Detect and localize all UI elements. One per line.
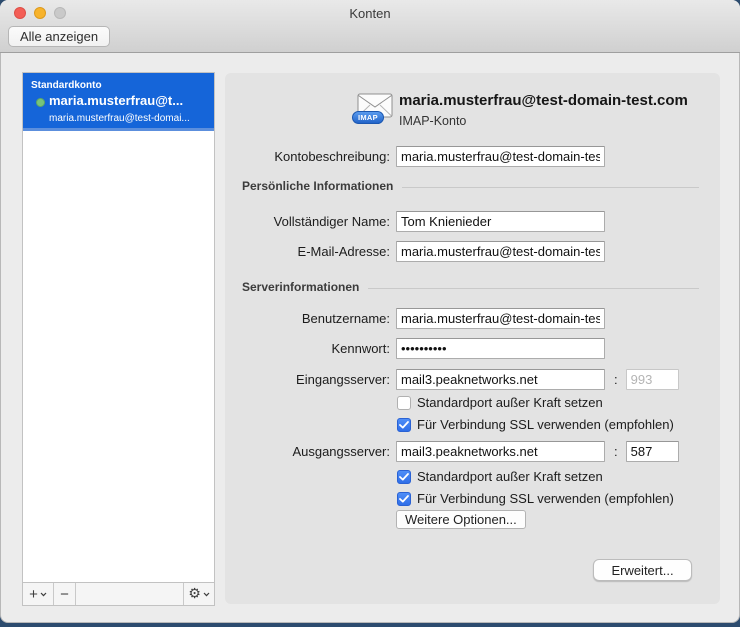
minus-icon: −	[60, 587, 69, 602]
username-input[interactable]	[396, 308, 605, 329]
imap-envelope-icon: IMAP	[357, 93, 393, 119]
incoming-server-label: Eingangsserver:	[225, 372, 396, 387]
advanced-button[interactable]: Erweitert...	[593, 559, 692, 581]
email-label: E-Mail-Adresse:	[225, 244, 396, 259]
remove-account-button[interactable]: −	[54, 583, 76, 605]
description-label: Kontobeschreibung:	[225, 149, 396, 164]
account-title: maria.musterfrau@test-domain-test.com	[399, 92, 688, 109]
personal-section-header: Persönliche Informationen	[242, 178, 699, 194]
incoming-ssl-label: Für Verbindung SSL verwenden (empfohlen)	[417, 417, 674, 432]
section-divider	[368, 288, 699, 289]
section-divider	[402, 187, 699, 188]
account-email: maria.musterfrau@test-domai...	[49, 113, 190, 124]
titlebar: Konten Alle anzeigen	[0, 0, 740, 53]
server-section-header: Serverinformationen	[242, 279, 699, 295]
plus-icon: +	[29, 587, 38, 602]
accounts-window: Konten Alle anzeigen Standardkonto maria…	[0, 0, 740, 623]
outgoing-ssl-label: Für Verbindung SSL verwenden (empfohlen)	[417, 491, 674, 506]
password-label: Kennwort:	[225, 341, 396, 356]
outgoing-server-label: Ausgangsserver:	[225, 444, 396, 459]
email-input[interactable]	[396, 241, 605, 262]
account-actions-button[interactable]: ⚙	[183, 583, 214, 605]
account-list-item-selected[interactable]: Standardkonto maria.musterfrau@t... mari…	[23, 73, 214, 131]
port-separator: :	[614, 444, 618, 459]
username-label: Benutzername:	[225, 311, 396, 326]
account-list: Standardkonto maria.musterfrau@t... mari…	[22, 72, 215, 606]
chevron-down-icon	[40, 592, 47, 597]
checkmark-icon	[399, 421, 409, 429]
checkmark-icon	[399, 495, 409, 503]
incoming-override-port-checkbox[interactable]	[397, 396, 411, 410]
imap-badge: IMAP	[352, 111, 384, 124]
outgoing-override-port-label: Standardport außer Kraft setzen	[417, 469, 603, 484]
incoming-override-port-label: Standardport außer Kraft setzen	[417, 395, 603, 410]
gear-icon: ⚙	[188, 587, 201, 601]
outgoing-ssl-checkbox[interactable]	[397, 492, 411, 506]
account-group-label: Standardkonto	[31, 80, 102, 91]
description-input[interactable]	[396, 146, 605, 167]
outgoing-override-port-checkbox[interactable]	[397, 470, 411, 484]
more-options-button[interactable]: Weitere Optionen...	[396, 510, 526, 529]
outgoing-port-input[interactable]	[626, 441, 679, 462]
incoming-port-input	[626, 369, 679, 390]
account-name: maria.musterfrau@t...	[49, 93, 183, 108]
add-account-button[interactable]: +	[23, 583, 54, 605]
checkmark-icon	[399, 473, 409, 481]
account-list-toolbar: + − ⚙	[23, 582, 214, 605]
chevron-down-icon	[203, 592, 210, 597]
window-title: Konten	[0, 6, 740, 21]
account-detail-panel: IMAP maria.musterfrau@test-domain-test.c…	[225, 73, 720, 604]
full-name-label: Vollständiger Name:	[225, 214, 396, 229]
port-separator: :	[614, 372, 618, 387]
account-type: IMAP-Konto	[399, 114, 466, 128]
outgoing-server-input[interactable]	[396, 441, 605, 462]
password-input[interactable]	[396, 338, 605, 359]
incoming-server-input[interactable]	[396, 369, 605, 390]
show-all-button[interactable]: Alle anzeigen	[8, 26, 110, 47]
incoming-ssl-checkbox[interactable]	[397, 418, 411, 432]
full-name-input[interactable]	[396, 211, 605, 232]
online-status-icon	[36, 98, 45, 107]
selection-accent-strip	[23, 128, 214, 131]
